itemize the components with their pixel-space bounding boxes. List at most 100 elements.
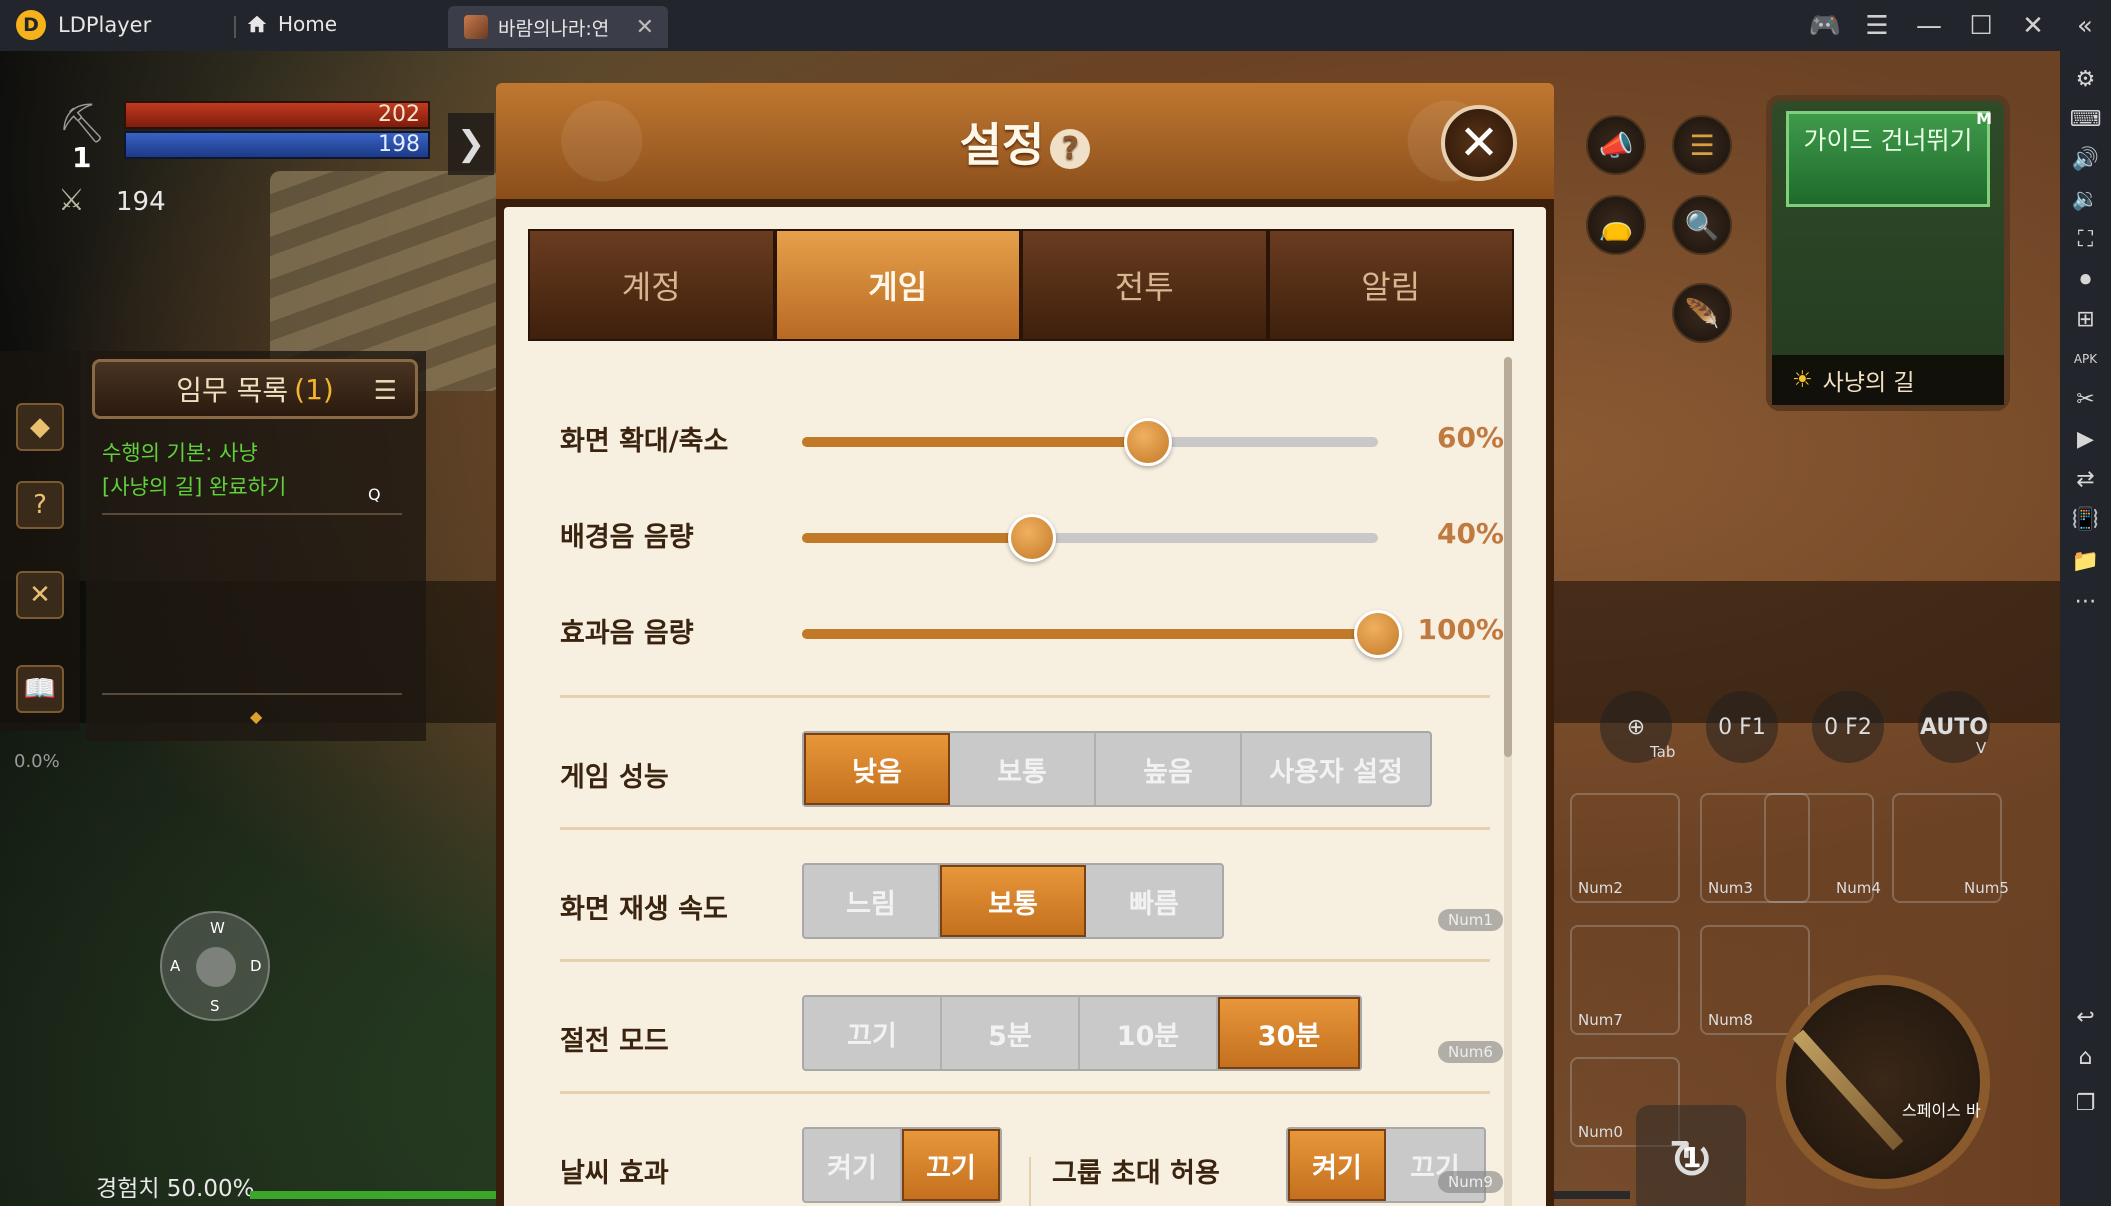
sword-icon [1792,1029,1904,1151]
attack-hotkey: 스페이스 바 [1902,1101,1981,1120]
power-save-label: 절전 모드 [560,1026,669,1057]
keymap-num6: Num6 [1438,1041,1503,1063]
menu-icon[interactable]: ☰ [1851,0,1903,51]
sfx-volume-slider-knob[interactable] [1354,610,1402,658]
slot-hotkey: Num5 [1964,879,2009,897]
help-icon[interactable]: ? [1050,128,1091,169]
inventory-bag-icon[interactable]: 👝 [1586,195,1646,255]
performance-option-normal[interactable]: 보통 [950,733,1096,805]
screenshot-icon[interactable]: ⛶ [2060,219,2111,259]
keyboard-icon[interactable]: ⌨ [2060,99,2111,139]
main-menu-icon[interactable]: ☰ [1672,115,1732,175]
tab-account[interactable]: 계정 [530,231,773,339]
level-number: 1 [72,141,92,174]
power-save-option-off[interactable]: 끄기 [804,997,942,1069]
more-icon[interactable]: ⋯ [2060,581,2111,621]
section-divider [560,695,1490,698]
power-save-option-5min[interactable]: 5분 [942,997,1080,1069]
video-icon[interactable]: ▶ [2060,419,2111,459]
zoom-slider-knob[interactable] [1123,418,1172,466]
attack-button[interactable] [1776,975,1990,1189]
column-divider [1029,1157,1031,1206]
close-settings-button[interactable]: ✕ [1441,105,1517,181]
guide-skip-button[interactable]: 가이드 건너뛰기 [1786,111,1990,207]
refresh-option-slow[interactable]: 느림 [804,865,940,937]
skill-slot[interactable]: Num5 [1892,793,2009,903]
minimap[interactable]: 가이드 건너뛰기 M ☀ 사냥의 길 [1766,95,2010,411]
skill-slot[interactable]: Num4 [1764,793,1881,903]
refresh-option-fast[interactable]: 빠름 [1086,865,1222,937]
bgm-volume-slider-knob[interactable] [1008,514,1057,562]
record-icon[interactable]: ⏺ [2060,259,2111,299]
quest-item-title[interactable]: 수행의 기본: 사냥 [102,437,258,467]
bgm-volume-slider[interactable] [802,514,1378,562]
quest-scroll-icon[interactable]: ? [16,481,64,529]
quest-progress-pct: 0.0% [14,751,60,772]
book-icon[interactable]: 📖 [16,665,64,713]
game-viewport[interactable]: ⛏ 1 202 198 ⚔ 194 ❯ ◆ ? ✕ 📖 0.0% 임무 목록 (… [0,51,2060,1206]
volume-up-icon[interactable]: 🔊 [2060,139,2111,179]
bgm-volume-label: 배경음 음량 [560,522,694,553]
joystick-key-a: A [170,957,181,975]
collapse-sidebar-icon[interactable]: « [2059,0,2111,51]
group-invite-option-on[interactable]: 켜기 [1288,1129,1386,1201]
performance-option-high[interactable]: 높음 [1096,733,1242,805]
collapse-quest-icon[interactable]: ◆ [16,403,64,451]
performance-option-custom[interactable]: 사용자 설정 [1242,733,1430,805]
close-tab-icon[interactable]: ✕ [636,15,654,40]
quest-list-header[interactable]: 임무 목록 (1) ☰ [92,359,418,419]
tab-notifications[interactable]: 알림 [1269,231,1512,339]
gear-icon[interactable]: ⚙ [2060,59,2111,99]
weather-option-on[interactable]: 켜기 [804,1129,902,1201]
home-icon[interactable]: ⌂ [2060,1037,2111,1077]
feather-icon[interactable]: 🪶 [1672,283,1732,343]
cancel-icon[interactable]: ✕ [16,571,64,619]
home-tab-label: Home [278,12,338,36]
power-save-option-10min[interactable]: 10분 [1080,997,1218,1069]
back-icon[interactable]: ↩ [2060,997,2111,1037]
settings-scrollbar[interactable] [1504,357,1512,1206]
search-icon[interactable]: 🔍 [1672,195,1732,255]
tab-home[interactable]: Home [246,12,337,36]
list-icon[interactable]: ☰ [374,376,397,406]
zoom-slider[interactable] [802,418,1378,466]
volume-down-icon[interactable]: 🔉 [2060,179,2111,219]
minimize-icon[interactable]: — [1903,0,1955,51]
quickslot-f2[interactable]: 0 F2 [1812,691,1884,763]
quickslot-f1[interactable]: 0 F1 [1706,691,1778,763]
weather-option-off[interactable]: 끄기 [902,1129,1000,1201]
tab-game[interactable]: 바람의나라:연 ✕ [448,6,668,48]
folder-icon[interactable]: 📁 [2060,541,2111,581]
recent-apps-icon[interactable]: ❐ [2060,1083,2111,1123]
refresh-option-normal[interactable]: 보통 [940,865,1086,937]
megaphone-icon[interactable]: 📣 [1586,115,1646,175]
skill-slot[interactable]: Num7 [1570,925,1680,1035]
tab-combat[interactable]: 전투 [1023,231,1266,339]
add-icon[interactable]: ⊞ [2060,299,2111,339]
quest-item-objective[interactable]: [사냥의 길] 완료하기 [102,471,286,501]
close-window-icon[interactable]: ✕ [2007,0,2059,51]
quest-divider [102,513,402,515]
tab-game-settings[interactable]: 게임 [776,231,1019,339]
apk-icon[interactable]: APK [2060,339,2111,379]
app-brand[interactable]: D LDPlayer [16,10,151,40]
joystick[interactable]: W A S D [160,911,270,1021]
performance-option-low[interactable]: 낮음 [804,733,950,805]
joystick-knob[interactable] [196,947,236,987]
scrollbar-thumb[interactable] [1504,357,1512,757]
shake-icon[interactable]: 📳 [2060,499,2111,539]
maximize-icon[interactable]: ☐ [1955,0,2007,51]
gamepad-icon[interactable]: 🎮 [1799,0,1851,51]
sfx-volume-slider[interactable] [802,610,1402,658]
expand-hud-button[interactable]: ❯ [448,113,494,175]
power-save-option-30min[interactable]: 30분 [1218,997,1360,1069]
skill-slot[interactable]: Num2 [1570,793,1680,903]
sync-icon[interactable]: ⇄ [2060,459,2111,499]
quest-divider [102,693,402,695]
settings-body: 계정 게임 전투 알림 화면 확대/축소 60% 배경음 음량 40% 효과음 … [496,199,1554,1206]
scissors-icon[interactable]: ✂ [2060,379,2111,419]
skill-slot[interactable]: Num8 [1700,925,1810,1035]
slot-hotkey: Num8 [1708,1011,1753,1029]
ldplayer-logo-icon: D [16,10,46,40]
settings-dialog: 설정? ✕ 계정 게임 전투 알림 화면 확대/축소 60% 배경음 음량 40… [496,83,1554,1206]
